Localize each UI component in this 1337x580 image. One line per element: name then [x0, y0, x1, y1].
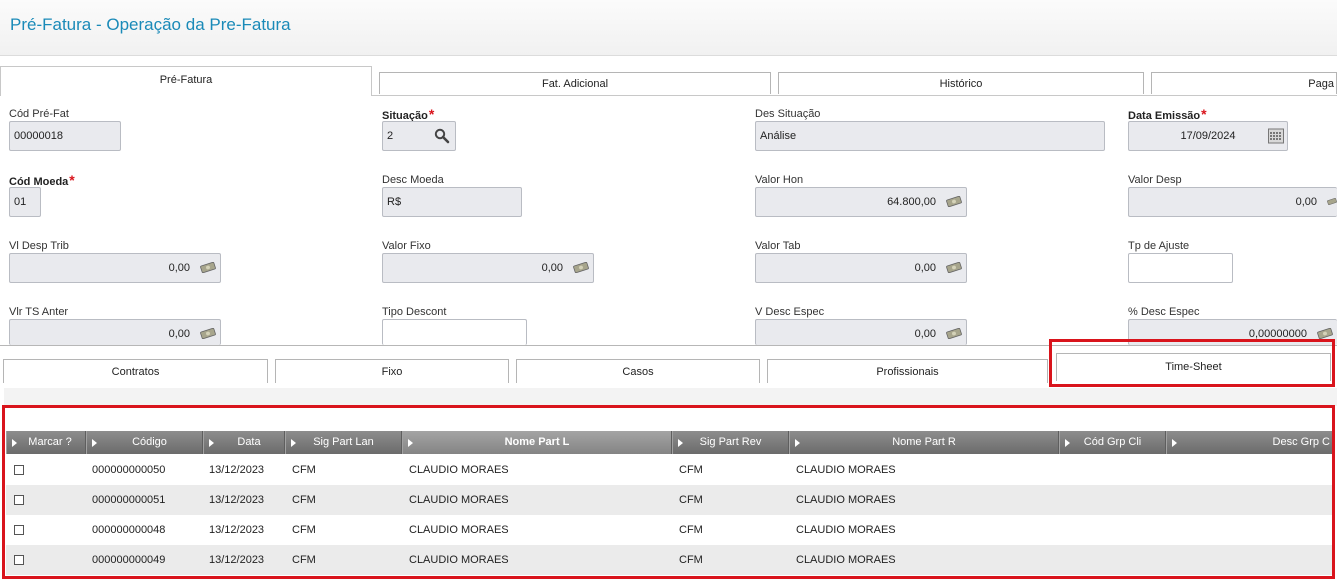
label-vl-desp-trib: Vl Desp Trib	[9, 240, 69, 252]
label-v-desc-espec: V Desc Espec	[755, 306, 825, 318]
cod-pre-fat-field[interactable]: 00000018	[9, 121, 121, 151]
money-icon	[946, 262, 962, 273]
label-situacao: Situação*	[382, 106, 435, 122]
vlr-ts-anter-field[interactable]: 0,00	[9, 319, 221, 345]
label-tp-ajuste: Tp de Ajuste	[1128, 240, 1190, 252]
tp-ajuste-field[interactable]	[1128, 253, 1233, 283]
data-emissao-field[interactable]: 17/09/2024	[1128, 121, 1288, 151]
label-valor-hon: Valor Hon	[755, 174, 804, 186]
tab-fat-adicional[interactable]: Fat. Adicional	[379, 72, 771, 94]
v-desc-espec-field[interactable]: 0,00	[755, 319, 967, 345]
label-tipo-descont: Tipo Descont	[382, 306, 447, 318]
highlight-time-sheet-tab	[1049, 339, 1335, 387]
tab-paga[interactable]: Paga	[1151, 72, 1337, 94]
tab-pre-fatura[interactable]: Pré-Fatura	[0, 66, 372, 96]
valor-desp-field[interactable]: 0,00	[1128, 187, 1337, 217]
money-icon	[946, 328, 962, 339]
cod-moeda-field[interactable]: 01	[9, 187, 41, 217]
money-icon	[573, 262, 589, 273]
label-valor-tab: Valor Tab	[755, 240, 801, 252]
money-icon	[1327, 197, 1337, 206]
valor-tab-field[interactable]: 0,00	[755, 253, 967, 283]
label-vlr-ts-anter: Vlr TS Anter	[9, 306, 69, 318]
des-situacao-field[interactable]: Análise	[755, 121, 1105, 151]
tipo-descont-field[interactable]	[382, 319, 527, 345]
label-valor-desp: Valor Desp	[1128, 174, 1182, 186]
label-pct-desc-espec: % Desc Espec	[1128, 306, 1200, 318]
money-icon	[1317, 328, 1333, 339]
label-data-emissao: Data Emissão*	[1128, 106, 1207, 122]
money-icon	[200, 262, 216, 273]
desc-moeda-field[interactable]: R$	[382, 187, 522, 217]
situacao-field[interactable]: 2	[382, 121, 456, 151]
valor-fixo-field[interactable]: 0,00	[382, 253, 594, 283]
tab-divider	[372, 95, 1337, 96]
label-valor-fixo: Valor Fixo	[382, 240, 431, 252]
tab-fixo[interactable]: Fixo	[275, 359, 509, 383]
search-icon[interactable]	[434, 128, 450, 144]
tab-profissionais[interactable]: Profissionais	[767, 359, 1048, 383]
money-icon	[200, 328, 216, 339]
tab-contratos[interactable]: Contratos	[3, 359, 268, 383]
label-cod-moeda: Cód Moeda*	[9, 172, 75, 188]
highlight-time-sheet-grid	[2, 405, 1335, 579]
label-desc-moeda: Desc Moeda	[382, 174, 444, 186]
page-title: Pré-Fatura - Operação da Pre-Fatura	[10, 15, 291, 34]
calendar-icon[interactable]	[1268, 128, 1284, 144]
tab-casos[interactable]: Casos	[516, 359, 760, 383]
label-des-situacao: Des Situação	[755, 108, 821, 120]
valor-hon-field[interactable]: 64.800,00	[755, 187, 967, 217]
vl-desp-trib-field[interactable]: 0,00	[9, 253, 221, 283]
title-bar: Pré-Fatura - Operação da Pre-Fatura	[0, 0, 1337, 56]
tab-historico[interactable]: Histórico	[778, 72, 1144, 94]
money-icon	[946, 196, 962, 207]
grid-toolbar	[4, 388, 1337, 406]
label-cod-pre-fat: Cód Pré-Fat	[9, 108, 69, 120]
